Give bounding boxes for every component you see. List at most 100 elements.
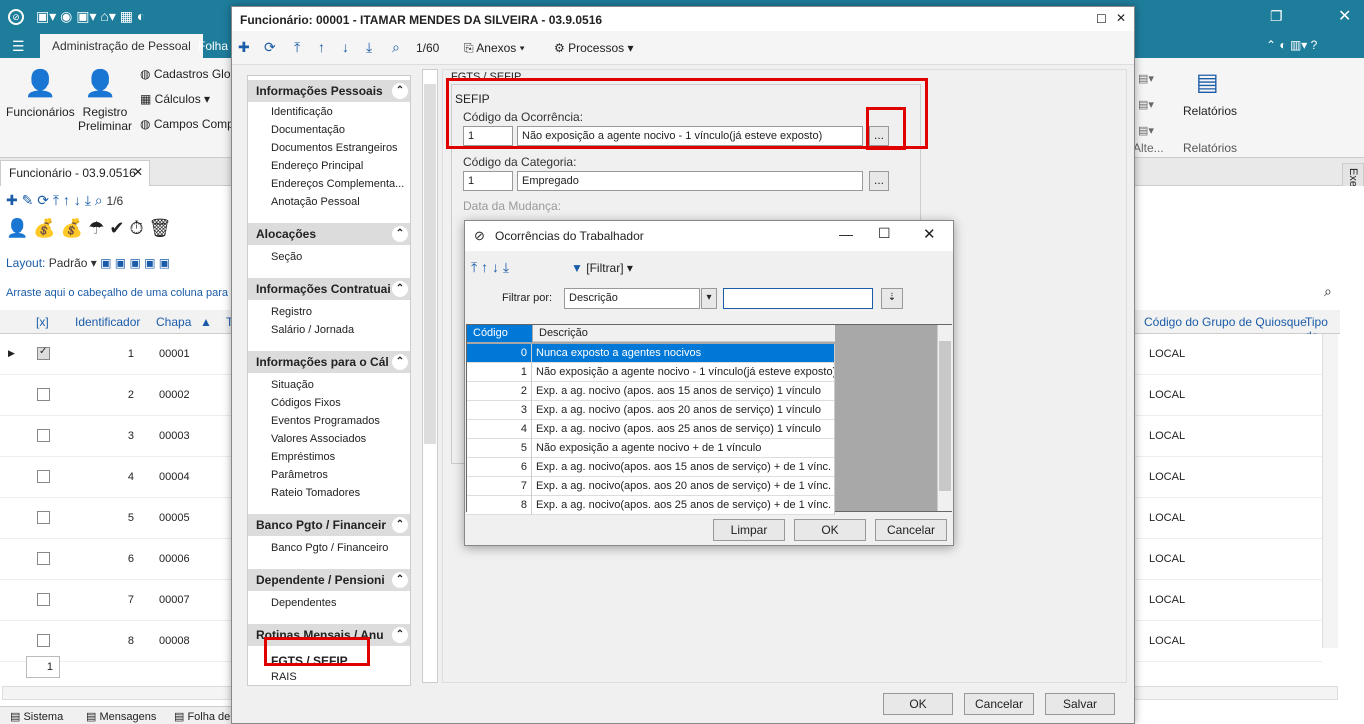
processos-button[interactable]: ⚙ Processos ▾	[554, 41, 633, 55]
nav-section-3[interactable]: Informações para o Cál ⌃	[248, 351, 410, 373]
popup-maximize-icon[interactable]: ☐	[878, 225, 891, 242]
page-input[interactable]: 1	[26, 656, 60, 678]
nav-item[interactable]: Endereço Principal	[271, 160, 363, 172]
nav-item[interactable]: Documentação	[271, 124, 345, 136]
search-icon[interactable]: ⌕	[392, 39, 400, 56]
categoria-desc-input[interactable]: Empregado	[517, 171, 863, 191]
close-app-icon[interactable]: ✕	[1338, 6, 1351, 26]
calculos-button[interactable]: ▦ Cálculos ▾	[140, 92, 210, 106]
table-row[interactable]: ▶ ✓ 1 00001	[0, 334, 232, 375]
nav-item[interactable]: Endereços Complementa...	[271, 178, 404, 190]
header-chapa[interactable]: Chapa	[156, 315, 191, 329]
popup-cancel-button[interactable]: Cancelar	[875, 519, 947, 541]
bottom-tab-mensagens[interactable]: ▤ Mensagens	[86, 710, 156, 723]
collapse-icon[interactable]: ⌃	[392, 517, 408, 533]
table-row[interactable]: 4 00004	[0, 457, 232, 498]
nav-item[interactable]: RAIS	[271, 671, 297, 683]
nav-scroll-thumb[interactable]	[424, 84, 436, 444]
nav-item[interactable]: Parâmetros	[271, 469, 328, 481]
table-row[interactable]: 5 00005	[0, 498, 232, 539]
row-checkbox[interactable]	[37, 552, 50, 565]
popup-row[interactable]: 1 Não exposição a agente nocivo - 1 víncu…	[467, 363, 835, 382]
filter-value-input[interactable]	[723, 288, 873, 309]
popup-row[interactable]: 6 Exp. a ag. nocivo(apos. aos 15 anos de …	[467, 458, 835, 477]
popup-row[interactable]: 0 Nunca exposto a agentes nocivos	[467, 344, 835, 363]
nav-item[interactable]: Identificação	[271, 106, 333, 118]
list-search-icon[interactable]: ⌕	[1324, 283, 1332, 300]
nav-item[interactable]: Situação	[271, 379, 314, 391]
collapse-icon[interactable]: ⌃	[392, 627, 408, 643]
nav-section-1[interactable]: Alocações ⌃	[248, 223, 410, 245]
nav-item[interactable]: Valores Associados	[271, 433, 366, 445]
table-row[interactable]: 2 00002	[0, 375, 232, 416]
refresh-icon[interactable]: ⟳	[264, 39, 276, 56]
row-checkbox[interactable]	[37, 511, 50, 524]
collapse-icon[interactable]: ⌃	[392, 354, 408, 370]
campos-button[interactable]: ◍ Campos Compl	[140, 117, 237, 131]
popup-row[interactable]: 2 Exp. a ag. nocivo (apos. aos 15 anos de…	[467, 382, 835, 401]
menu-icon[interactable]: ☰	[12, 38, 25, 55]
nav-item[interactable]: Empréstimos	[271, 451, 335, 463]
nav-item[interactable]: Códigos Fixos	[271, 397, 341, 409]
nav-item[interactable]: Registro	[271, 306, 312, 318]
nav-item[interactable]: Dependentes	[271, 597, 336, 609]
popup-row[interactable]: 5 Não exposição a agente nocivo + de 1 ví…	[467, 439, 835, 458]
nav-item[interactable]: Documentos Estrangeiros	[271, 142, 398, 154]
table-row[interactable]: 3 00003	[0, 416, 232, 457]
grid-scrollbar[interactable]	[1322, 334, 1338, 648]
dialog-cancel-button[interactable]: Cancelar	[964, 693, 1034, 715]
row-checkbox[interactable]: ✓	[37, 346, 50, 360]
first-icon[interactable]: ⤒	[294, 39, 300, 56]
popup-nav-icons[interactable]: ⤒ ↑ ↓ ⤓	[471, 259, 509, 276]
popup-scroll-thumb[interactable]	[939, 341, 951, 491]
ribbon-small-icons[interactable]: ▤▾ ▤▾ ▤▾	[1138, 66, 1154, 144]
categoria-lookup-button[interactable]: ...	[869, 171, 889, 191]
collapse-icon[interactable]: ⌃	[392, 83, 408, 99]
nav-section-4[interactable]: Banco Pgto / Financeir ⌃	[248, 514, 410, 536]
popup-ok-button[interactable]: OK	[794, 519, 866, 541]
close-tab-icon[interactable]: ✕	[133, 165, 143, 179]
nav-section-0[interactable]: Informações Pessoais ⌃	[248, 80, 410, 102]
popup-close-icon[interactable]: ✕	[923, 225, 936, 243]
popup-row[interactable]: 7 Exp. a ag. nocivo(apos. aos 20 anos de …	[467, 477, 835, 496]
table-row[interactable]: 6 00006	[0, 539, 232, 580]
nav-scrollbar[interactable]	[422, 69, 438, 683]
nav-item[interactable]: Seção	[271, 251, 302, 263]
header-quiosque[interactable]: Código do Grupo de Quiosque	[1144, 315, 1307, 329]
popup-limpar-button[interactable]: Limpar	[713, 519, 785, 541]
list-icon-toolbar[interactable]: 👤 💰 💰 ☂ ✔ ⏱ 🗑	[0, 216, 232, 244]
popup-row[interactable]: 4 Exp. a ag. nocivo (apos. aos 25 anos de…	[467, 420, 835, 439]
dialog-close-icon[interactable]: ✕	[1116, 11, 1126, 25]
list-toolbar[interactable]: ✚ ✎ ⟳ ⤒ ↑ ↓ ⤓ ⌕ 1/6	[0, 188, 232, 216]
popup-filter-button[interactable]: ▼ [Filtrar] ▾	[571, 261, 633, 275]
nav-section-5[interactable]: Dependente / Pensioni ⌃	[248, 569, 410, 591]
popup-minimize-icon[interactable]: —	[839, 226, 853, 242]
tab-funcionario[interactable]: Funcionário - 03.9.0516 ✕	[0, 160, 150, 186]
next-icon[interactable]: ↓	[342, 39, 349, 55]
funcionarios-button[interactable]: Funcionários	[6, 105, 75, 119]
filter-field-dropdown[interactable]: ▾	[701, 288, 717, 309]
popup-grid-scrollbar[interactable]	[937, 325, 952, 511]
cadastros-button[interactable]: ◍ Cadastros Glob	[140, 67, 237, 81]
header-identificador[interactable]: Identificador	[75, 315, 140, 329]
collapse-icon[interactable]: ⌃	[392, 281, 408, 297]
table-row[interactable]: 7 00007	[0, 580, 232, 621]
header-check[interactable]: [x]	[36, 315, 49, 329]
quick-access-icons[interactable]: ▣▾ ◉ ▣▾ ⌂▾ ▦ ◐	[36, 8, 145, 25]
popup-row[interactable]: 3 Exp. a ag. nocivo (apos. aos 20 anos de…	[467, 401, 835, 420]
registro-button[interactable]: Registro Preliminar	[78, 105, 132, 133]
categoria-code-input[interactable]: 1	[463, 171, 513, 191]
add-icon[interactable]: ✚	[238, 39, 250, 56]
anexos-button[interactable]: ⎘ Anexos ▾	[464, 41, 525, 56]
col-codigo-header[interactable]: Código	[467, 325, 532, 342]
row-checkbox[interactable]	[37, 470, 50, 483]
ribbon-options-icons[interactable]: ⌃ ◐ ▥▾ ?	[1266, 38, 1317, 52]
nav-item[interactable]: Anotação Pessoal	[271, 196, 360, 208]
row-checkbox[interactable]	[37, 388, 50, 401]
nav-item[interactable]: Banco Pgto / Financeiro	[271, 542, 388, 554]
ribbon-tab-admin[interactable]: Administração de Pessoal	[40, 34, 203, 58]
row-checkbox[interactable]	[37, 429, 50, 442]
nav-item[interactable]: Eventos Programados	[271, 415, 380, 427]
bottom-tab-folha[interactable]: ▤ Folha de	[174, 710, 230, 723]
restore-icon[interactable]: ❐	[1270, 8, 1283, 25]
